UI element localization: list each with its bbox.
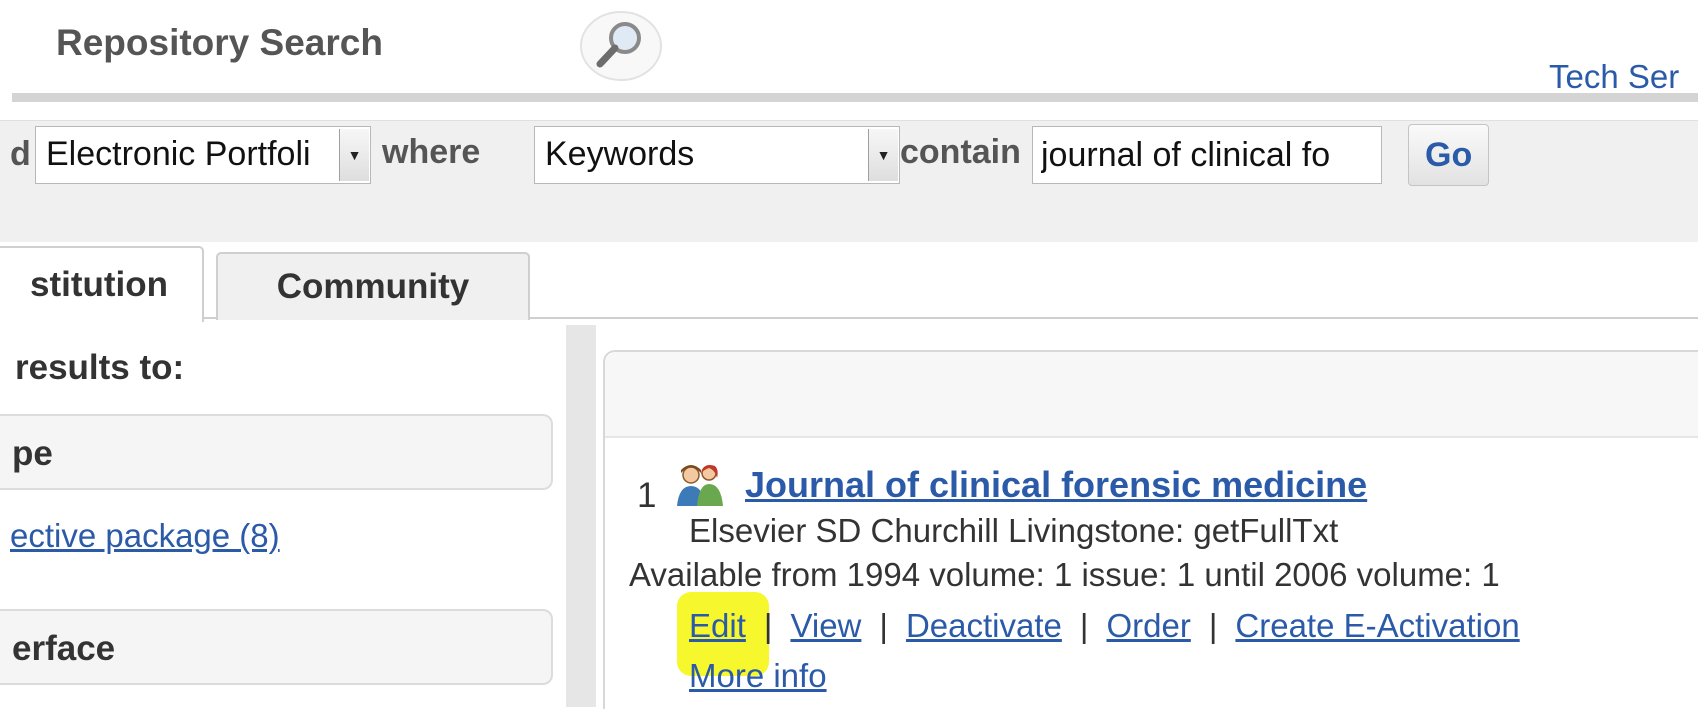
facet-group-label: pe bbox=[12, 434, 53, 473]
pane-splitter[interactable] bbox=[566, 325, 596, 707]
result-number: 1 bbox=[637, 476, 657, 515]
facet-link-package[interactable]: ective package (8) bbox=[10, 517, 280, 555]
search-field-select[interactable]: Keywords ▼ bbox=[534, 126, 900, 184]
people-group-icon bbox=[677, 465, 723, 506]
create-e-activation-link[interactable]: Create E-Activation bbox=[1235, 607, 1519, 644]
result-provider: Elsevier SD Churchill Livingstone: getFu… bbox=[689, 512, 1339, 549]
contains-label: contain bbox=[900, 133, 1021, 171]
search-field-value: Keywords bbox=[545, 135, 695, 173]
result-title-link[interactable]: Journal of clinical forensic medicine bbox=[745, 464, 1367, 506]
facets-heading: results to: bbox=[15, 348, 185, 387]
facet-group-interface[interactable]: erface bbox=[0, 609, 553, 685]
where-label: where bbox=[382, 133, 481, 171]
go-button[interactable]: Go bbox=[1408, 124, 1490, 186]
tab-institution[interactable]: stitution bbox=[0, 246, 204, 322]
magnifier-icon[interactable] bbox=[578, 10, 664, 82]
order-link[interactable]: Order bbox=[1106, 607, 1190, 644]
edit-link[interactable]: Edit bbox=[689, 607, 746, 644]
search-bar: d Electronic Portfoli ▼ where Keywords ▼… bbox=[0, 120, 1698, 244]
search-prefix-text: d bbox=[10, 135, 31, 173]
header-divider bbox=[12, 93, 1698, 102]
deactivate-link[interactable]: Deactivate bbox=[906, 607, 1062, 644]
resource-type-value: Electronic Portfoli bbox=[46, 135, 311, 173]
resource-type-select[interactable]: Electronic Portfoli ▼ bbox=[35, 126, 371, 184]
chevron-down-icon[interactable]: ▼ bbox=[339, 129, 369, 181]
view-link[interactable]: View bbox=[790, 607, 861, 644]
page-title: Repository Search bbox=[56, 22, 383, 63]
facet-group-type[interactable]: pe bbox=[0, 414, 553, 490]
results-header-bar bbox=[605, 352, 1698, 438]
page-header: Repository Search Tech Ser bbox=[0, 0, 1698, 120]
more-info-link[interactable]: More info bbox=[689, 657, 827, 695]
result-actions: Edit | View | Deactivate | Order | Create E-Acti… bbox=[689, 607, 1520, 644]
search-query-input[interactable] bbox=[1032, 126, 1382, 184]
result-availability: Available from 1994 volume: 1 issue: 1 u… bbox=[629, 556, 1500, 593]
facet-group-label: erface bbox=[12, 629, 116, 668]
tech-services-link[interactable]: Tech Ser bbox=[1549, 58, 1679, 96]
chevron-down-icon[interactable]: ▼ bbox=[868, 129, 898, 181]
results-panel: 1 Journal of clinical forensic medicine … bbox=[603, 350, 1698, 709]
search-query-field[interactable] bbox=[1033, 127, 1381, 183]
tab-community[interactable]: Community bbox=[216, 252, 530, 320]
